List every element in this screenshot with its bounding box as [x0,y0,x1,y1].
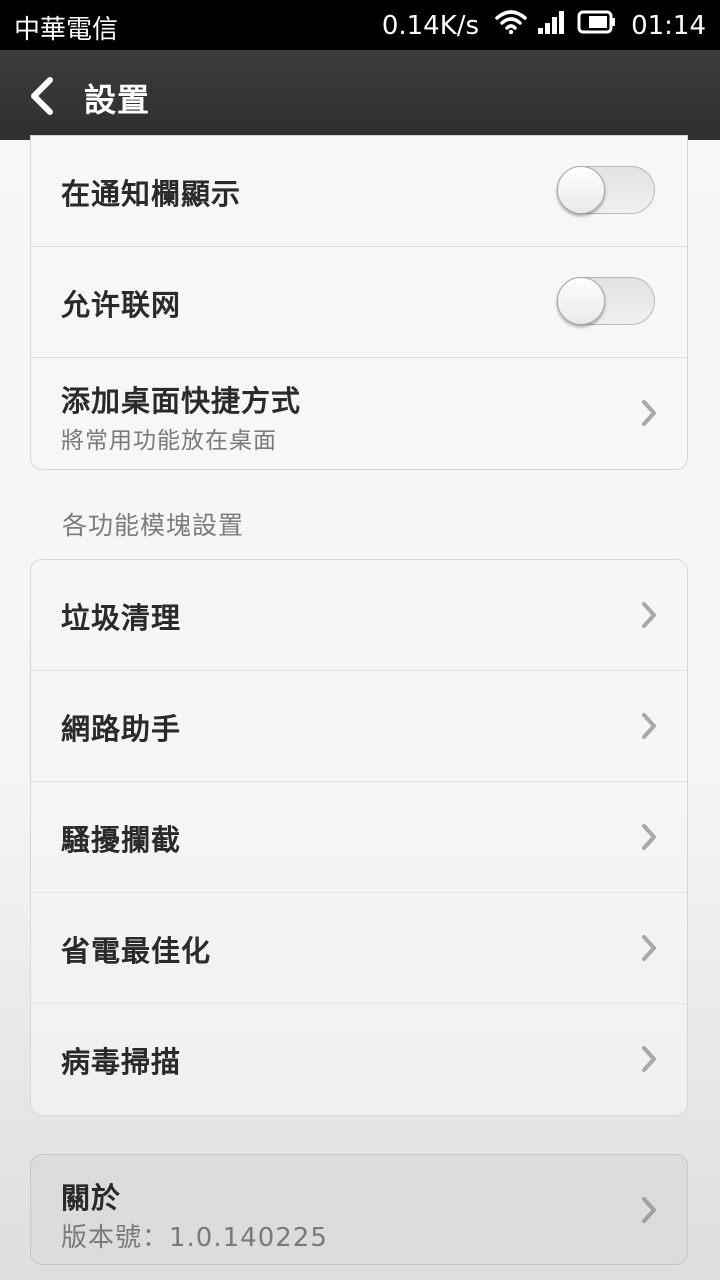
setting-label: 在通知欄顯示 [61,177,242,211]
list-item[interactable]: 垃圾清理 [31,560,687,671]
setting-label: 允许联网 [61,288,182,322]
about-row[interactable]: 關於 版本號：1.0.140225 [31,1155,687,1264]
clock: 01:14 [631,10,706,41]
module-settings-card: 垃圾清理 網路助手 騷擾攔截 省電最佳化 病毒掃描 [30,559,688,1116]
general-settings-card: 在通知欄顯示 允许联网 添加桌面快捷方式 將常用功能放在桌面 [30,135,688,470]
list-item-label: 病毒掃描 [61,1045,182,1079]
status-bar: 中華電信 0.14K/s 01:14 [0,0,720,50]
toggle-knob [557,166,605,214]
list-item-label: 垃圾清理 [61,601,182,635]
setting-row-allow-network[interactable]: 允许联网 [31,247,687,358]
list-item-label: 省電最佳化 [61,934,212,968]
chevron-right-icon [639,933,659,963]
action-bar: 設置 [0,50,720,140]
chevron-left-icon[interactable] [24,74,64,118]
about-label: 關於 [61,1181,122,1215]
chevron-right-icon [639,1044,659,1074]
toggle-knob [557,277,605,325]
chevron-right-icon [639,600,659,630]
about-card[interactable]: 關於 版本號：1.0.140225 [30,1154,688,1265]
section-label-modules: 各功能模塊設置 [62,511,245,540]
page-title: 設置 [84,81,151,119]
chevron-right-icon [639,822,659,852]
list-item[interactable]: 網路助手 [31,671,687,782]
setting-description: 將常用功能放在桌面 [61,428,277,454]
chevron-right-icon [639,398,659,428]
chevron-right-icon [639,1195,659,1225]
network-toggle[interactable] [557,277,655,325]
list-item-label: 網路助手 [61,712,182,746]
carrier-name: 中華電信 [14,15,119,45]
signal-icon [537,9,567,42]
battery-icon [577,9,617,42]
version-text: 版本號：1.0.140225 [61,1223,328,1253]
list-item-label: 騷擾攔截 [61,823,182,857]
status-right: 0.14K/s 01:14 [382,9,706,42]
network-speed: 0.14K/s [381,10,480,41]
list-item[interactable]: 病毒掃描 [31,1004,687,1115]
setting-row-add-shortcut[interactable]: 添加桌面快捷方式 將常用功能放在桌面 [31,358,687,469]
chevron-right-icon [639,711,659,741]
notification-toggle[interactable] [557,166,655,214]
setting-label: 添加桌面快捷方式 [61,384,302,418]
wifi-icon [495,9,527,42]
list-item[interactable]: 騷擾攔截 [31,782,687,893]
list-item[interactable]: 省電最佳化 [31,893,687,1004]
setting-row-show-in-notification[interactable]: 在通知欄顯示 [31,136,687,247]
